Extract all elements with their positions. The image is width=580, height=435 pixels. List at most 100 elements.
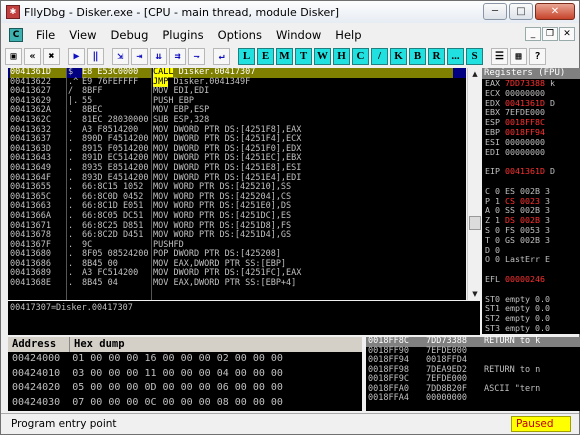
register-value[interactable]: GS 002B — [505, 235, 540, 245]
disasm-row[interactable]: 0041368E. 8B45 04 MOV EAX,DWORD PTR SS:[EB… — [8, 278, 466, 289]
register-value[interactable]: DS 002B — [505, 215, 540, 225]
window-button-r[interactable]: R — [428, 48, 445, 65]
window-button-h[interactable]: H — [333, 48, 350, 65]
register-line[interactable]: EDI 00000000 — [482, 146, 580, 158]
disasm-row[interactable]: 00413622 .^ E9 76FEFFFF JMP Disker.0041349F — [8, 76, 466, 88]
register-value[interactable]: empty 0.0 — [505, 303, 550, 313]
mdi-close-button[interactable]: ✕ — [559, 27, 575, 41]
window-button-e[interactable]: E — [257, 48, 274, 65]
info-pane: 00417307=Disker.00417307 — [8, 301, 480, 335]
hex-dump-pane[interactable]: Address Hex dump 00424000 01 00 00 00 16… — [8, 337, 362, 411]
register-value[interactable]: 00000000 — [505, 147, 545, 157]
stack-comment: ASCII "tern — [484, 383, 541, 394]
maximize-button[interactable]: □ — [509, 3, 533, 20]
scroll-thumb[interactable] — [469, 216, 481, 230]
register-value[interactable]: empty 0.0 — [505, 313, 550, 323]
dump-row[interactable]: 00424030 07 00 00 00 0C 00 00 00 08 00 0… — [8, 396, 362, 411]
register-value[interactable]: 0018FF94 — [505, 127, 545, 137]
menu-options[interactable]: Options — [211, 28, 269, 42]
dump-row[interactable]: 00424000 01 00 00 00 16 00 00 00 02 00 0… — [8, 352, 362, 367]
register-value[interactable]: LastErr — [505, 254, 540, 264]
window-button-s[interactable]: S — [466, 48, 483, 65]
menu-file[interactable]: File — [29, 28, 62, 42]
register-value[interactable]: empty 0.0 — [505, 333, 550, 334]
dump-header-address[interactable]: Address — [8, 337, 70, 352]
window-button-l[interactable]: L — [238, 48, 255, 65]
menu-plugins[interactable]: Plugins — [155, 28, 210, 42]
register-name: EIP — [485, 166, 505, 177]
window-button-w[interactable]: W — [314, 48, 331, 65]
register-value[interactable]: empty 0.0 — [505, 323, 550, 333]
window-button-dots[interactable]: ... — [447, 48, 464, 65]
register-name: O 0 — [485, 254, 505, 265]
execute-till-return-button[interactable]: ⇁ — [188, 48, 205, 65]
run-button[interactable]: ▶ — [68, 48, 85, 65]
stack-pane[interactable]: 0018FF8C 7DD73388 RETURN to k 0018FF90 7EFDE… — [366, 336, 580, 411]
ollydbg-window: ✱ FllyDbg - Disker.exe - [CPU - main thr… — [0, 0, 580, 435]
toolbar: ▣ « ✖ ▶ ‖ ⇲ ⇥ ⇊ ⇉ ⇁ ↵ L E M T W H C / K B R... S ☰ … — [1, 46, 579, 67]
register-extra: k — [544, 78, 555, 88]
menu-window[interactable]: Window — [269, 28, 328, 42]
mdi-restore-button[interactable]: ❐ — [542, 27, 558, 41]
register-value[interactable]: 00000000 — [505, 137, 545, 147]
disasm-row[interactable]: 00413678. 66:8C2D D451 MOV WORD PTR DS:[42… — [8, 230, 466, 241]
register-value[interactable]: 00000000 — [505, 88, 545, 98]
dump-header-hex[interactable]: Hex dump — [70, 337, 362, 352]
restart-button[interactable]: « — [24, 48, 41, 65]
register-name: D 0 — [485, 244, 505, 255]
trace-into-button[interactable]: ⇊ — [150, 48, 167, 65]
register-name: ESI — [485, 136, 505, 147]
window-button-k[interactable]: K — [390, 48, 407, 65]
register-value[interactable]: empty 0.0 — [505, 294, 550, 304]
register-line[interactable]: O 0 LastErr E — [482, 254, 580, 265]
disasm-hex: 8B45 04 — [82, 278, 118, 289]
close-button[interactable]: ✕ — [535, 3, 575, 20]
register-value[interactable]: CS 0023 — [505, 196, 540, 206]
disassembly-scrollbar[interactable]: ▲ ▼ — [467, 68, 481, 300]
disassembly-pane[interactable]: 0041361D $ E8 E53C0000 CALL Disker.00417307… — [8, 68, 466, 300]
window-button-c[interactable]: C — [352, 48, 369, 65]
register-name: EDX — [485, 97, 505, 108]
window-button-slash[interactable]: / — [371, 48, 388, 65]
stack-row[interactable]: 0018FFA4 00000000 — [366, 393, 580, 404]
title-bar: ✱ FllyDbg - Disker.exe - [CPU - main thr… — [1, 1, 579, 23]
register-line[interactable]: EIP 0041361D D — [482, 166, 580, 177]
menu-debug[interactable]: Debug — [104, 28, 156, 42]
menu-view[interactable]: View — [62, 28, 103, 42]
close-program-button[interactable]: ✖ — [43, 48, 60, 65]
register-value[interactable]: FS 0053 — [505, 225, 540, 235]
mdi-minimize-button[interactable]: _ — [525, 27, 541, 41]
scroll-up-icon[interactable]: ▲ — [468, 68, 482, 80]
register-name: EDI — [485, 146, 505, 157]
register-line[interactable]: EFL 00000246 — [482, 274, 580, 285]
register-value[interactable]: 0041361D — [505, 166, 545, 176]
step-into-button[interactable]: ⇲ — [112, 48, 129, 65]
minimize-button[interactable]: ─ — [483, 3, 507, 20]
register-value[interactable]: 0041361D — [505, 98, 545, 108]
pause-button[interactable]: ‖ — [87, 48, 104, 65]
window-button-b[interactable]: B — [409, 48, 426, 65]
grid-view-icon[interactable]: ▦ — [510, 48, 527, 65]
register-value[interactable]: 7DD73388 — [505, 78, 545, 88]
window-button-m[interactable]: M — [276, 48, 293, 65]
list-view-icon[interactable]: ☰ — [491, 48, 508, 65]
cpu-window-icon[interactable]: C — [9, 28, 23, 42]
trace-over-button[interactable]: ⇉ — [169, 48, 186, 65]
disasm-row[interactable]: 0041362A. 8BEC MOV EBP,ESP — [8, 106, 466, 116]
go-to-button[interactable]: ↵ — [213, 48, 230, 65]
step-over-button[interactable]: ⇥ — [131, 48, 148, 65]
register-value[interactable]: ES 002B — [505, 186, 540, 196]
register-value[interactable]: 0018FF8C — [505, 117, 545, 127]
dump-row[interactable]: 00424020 05 00 00 00 0D 00 00 00 06 00 0… — [8, 381, 362, 396]
dump-row[interactable]: 00424010 03 00 00 00 11 00 00 00 04 00 0… — [8, 367, 362, 382]
registers-pane[interactable]: Registers (FPU) EAX 7DD73388 k ECX 000000… — [482, 68, 580, 334]
register-value[interactable]: 7EFDE000 — [505, 107, 545, 117]
open-button[interactable]: ▣ — [5, 48, 22, 65]
register-value[interactable]: 00000246 — [505, 274, 545, 284]
menu-help[interactable]: Help — [328, 28, 368, 42]
window-button-t[interactable]: T — [295, 48, 312, 65]
scroll-down-icon[interactable]: ▼ — [468, 288, 482, 300]
help-icon[interactable]: ? — [529, 48, 546, 65]
disasm-row[interactable]: 00413629 |. 55 PUSH EBP — [8, 96, 466, 107]
register-value[interactable]: SS 002B — [505, 205, 540, 215]
